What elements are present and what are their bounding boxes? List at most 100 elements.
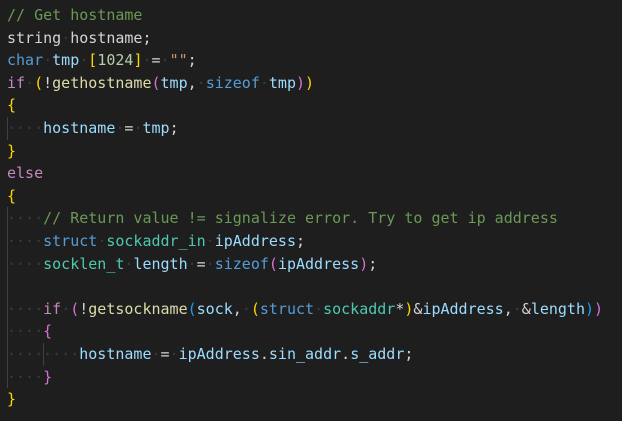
code-token: , (232, 299, 242, 318)
indent-guide (7, 365, 8, 389)
code-token: struct (43, 231, 98, 250)
code-token: tmp (142, 118, 170, 137)
whitespace-token: ···· (7, 231, 44, 250)
code-token: ; (142, 28, 152, 47)
whitespace-token: ···· (7, 118, 44, 137)
code-token: // Return value != signalize error. Try … (43, 209, 558, 228)
code-token: ( (268, 254, 278, 273)
code-line[interactable]: ····} (0, 365, 622, 389)
code-token: 1024 (97, 51, 134, 70)
code-token: string (7, 28, 62, 47)
code-token: ! (79, 299, 89, 318)
code-token: else (7, 164, 44, 183)
code-token: tmp (160, 73, 188, 92)
code-token: ( (34, 73, 44, 92)
indent-guide (7, 207, 8, 230)
code-token: gethostname (52, 73, 152, 92)
code-token: ) (594, 299, 604, 318)
whitespace-token: · (187, 254, 197, 273)
code-line[interactable]: ····// Return value != signalize error. … (0, 207, 622, 230)
code-token: hostname (70, 28, 143, 47)
code-token: sockaddr_in (106, 231, 206, 250)
whitespace-token: · (196, 73, 206, 92)
code-token: [ (88, 51, 98, 70)
code-token: ) (359, 254, 369, 273)
code-line[interactable]: { (0, 94, 622, 117)
code-token: ; (187, 51, 197, 70)
code-token: & (521, 299, 531, 318)
code-token: } (43, 367, 53, 386)
code-token: ( (187, 299, 197, 318)
code-token: sin_addr (268, 344, 342, 363)
indent-guide (7, 275, 8, 298)
code-token: struct (259, 299, 315, 318)
whitespace-token: · (61, 28, 71, 47)
code-line[interactable]: ····{ (0, 320, 622, 343)
indent-guide (7, 342, 8, 366)
indent-guide (43, 342, 45, 366)
code-line[interactable]: else (0, 162, 622, 185)
code-token: ipAddress (277, 254, 360, 273)
code-token: ! (43, 73, 53, 92)
code-token: sock (196, 299, 233, 318)
whitespace-token: · (259, 73, 269, 92)
code-token: ipAddress (214, 231, 296, 250)
code-token: tmp (268, 73, 296, 92)
whitespace-token: · (205, 254, 215, 273)
code-editor[interactable]: // Get hostname string·hostname; char·tmp·… (0, 0, 622, 421)
code-token: ipAddress (422, 299, 504, 318)
code-token: hostname (79, 344, 152, 363)
code-line[interactable]: if·(!gethostname(tmp,·sizeof·tmp)) (0, 72, 622, 95)
code-line[interactable]: ····hostname·=·tmp; (0, 116, 622, 140)
indent-guide (7, 229, 8, 253)
whitespace-token: · (79, 51, 89, 70)
code-token: "" (169, 51, 188, 70)
code-token: if (43, 299, 62, 318)
whitespace-token: · (169, 344, 179, 363)
code-token: , (503, 299, 513, 318)
code-token: sizeof (214, 254, 269, 273)
code-line[interactable]: char·tmp·[1024]·=·""; (0, 49, 622, 72)
code-token: s_addr (350, 344, 405, 363)
code-line[interactable]: { (0, 185, 622, 208)
whitespace-token: · (61, 299, 71, 318)
code-token: ) (585, 299, 595, 318)
code-token: ) (305, 73, 315, 92)
code-token: ipAddress (178, 344, 260, 363)
code-line[interactable] (0, 275, 622, 298)
whitespace-token: · (205, 231, 215, 250)
code-token: = (196, 254, 206, 273)
code-line[interactable]: ····if·(!getsockname(sock,·(struct·socka… (0, 297, 622, 321)
whitespace-token: · (314, 299, 324, 318)
whitespace-token: ···· (7, 254, 44, 273)
code-token: socklen_t (43, 254, 125, 273)
whitespace-token: · (43, 51, 53, 70)
code-token: length (530, 299, 585, 318)
code-token: { (43, 322, 53, 341)
whitespace-token: · (160, 51, 170, 70)
whitespace-token: ···· (7, 322, 44, 341)
code-token: . (341, 344, 351, 363)
code-token: ; (404, 344, 414, 363)
code-token: , (187, 73, 197, 92)
code-token: = (151, 51, 161, 70)
code-token: char (7, 51, 44, 70)
code-token: hostname (43, 118, 116, 137)
code-line[interactable]: ········hostname·=·ipAddress.sin_addr.s_… (0, 342, 622, 366)
code-line[interactable]: ····socklen_t·length·=·sizeof(ipAddress)… (0, 252, 622, 276)
indent-guide (7, 252, 8, 276)
code-line[interactable]: string·hostname; (0, 27, 622, 50)
code-line[interactable]: } (0, 140, 622, 163)
code-token: // Get hostname (7, 6, 143, 24)
whitespace-token: · (97, 231, 107, 250)
code-line[interactable]: ····struct·sockaddr_in·ipAddress; (0, 229, 622, 253)
whitespace-token: · (512, 299, 522, 318)
code-line[interactable]: } (0, 388, 622, 411)
whitespace-token: · (25, 73, 35, 92)
code-token: ( (151, 73, 161, 92)
indent-guide (7, 320, 8, 343)
code-token: = (160, 344, 170, 363)
code-line[interactable]: // Get hostname (0, 4, 622, 27)
code-token: ; (368, 254, 378, 273)
code-token: getsockname (88, 299, 188, 318)
